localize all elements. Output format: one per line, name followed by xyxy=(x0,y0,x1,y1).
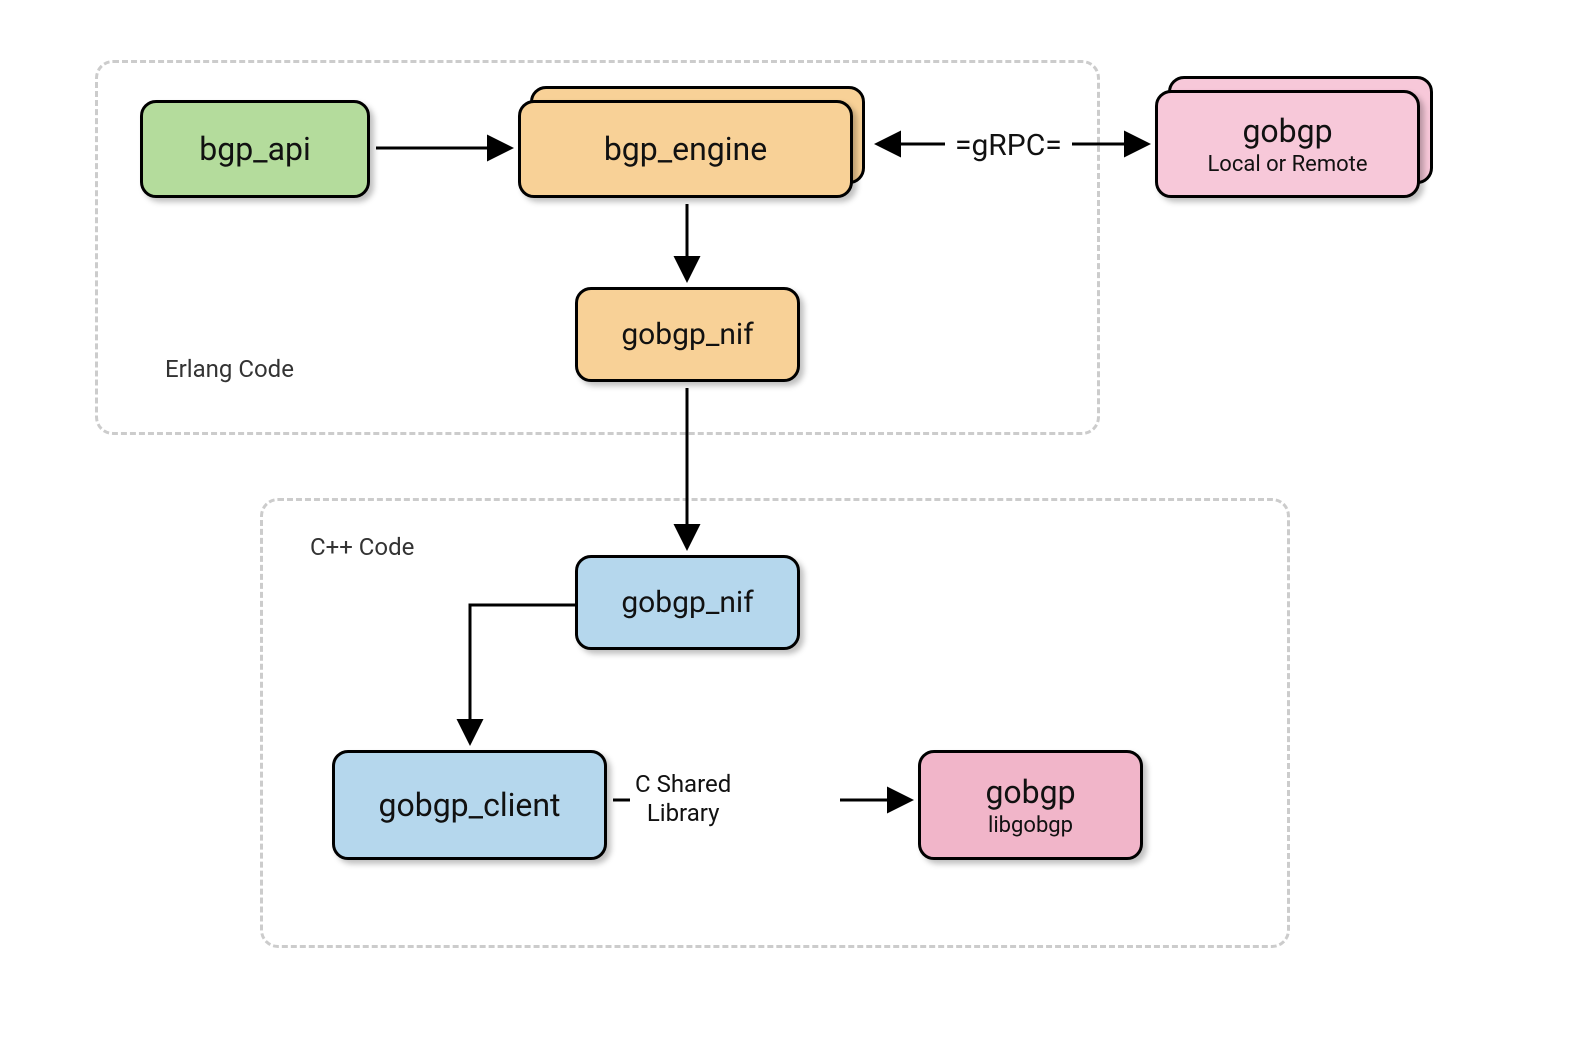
node-gobgp-nif-cpp: gobgp_nif xyxy=(575,555,800,650)
node-bgp-engine: bgp_engine xyxy=(518,100,853,198)
cpp-container-label: C++ Code xyxy=(310,533,414,561)
edge-label-cshared-line1: C Shared xyxy=(635,770,731,798)
erlang-container-label: Erlang Code xyxy=(165,355,294,383)
node-bgp-engine-label: bgp_engine xyxy=(604,130,767,168)
edge-label-grpc: =gRPC= xyxy=(955,128,1062,164)
node-gobgp-remote-sublabel: Local or Remote xyxy=(1207,152,1367,177)
node-gobgp-nif-erl: gobgp_nif xyxy=(575,287,800,382)
node-bgp-api: bgp_api xyxy=(140,100,370,198)
node-gobgp-client: gobgp_client xyxy=(332,750,607,860)
node-gobgp-nif-erl-label: gobgp_nif xyxy=(621,317,753,352)
architecture-diagram: Erlang Code C++ Code bgp_api bgp_engine … xyxy=(0,0,1575,1050)
node-gobgp-lib-sublabel: libgobgp xyxy=(988,813,1073,838)
node-gobgp-remote: gobgp Local or Remote xyxy=(1155,90,1420,198)
node-gobgp-lib-label: gobgp xyxy=(985,773,1075,811)
node-gobgp-remote-label: gobgp xyxy=(1242,112,1332,150)
node-gobgp-client-label: gobgp_client xyxy=(379,786,561,824)
node-bgp-api-label: bgp_api xyxy=(199,130,311,168)
edge-label-cshared: C Shared Library xyxy=(635,770,731,828)
node-gobgp-lib: gobgp libgobgp xyxy=(918,750,1143,860)
edge-label-cshared-line2: Library xyxy=(647,799,720,827)
node-gobgp-nif-cpp-label: gobgp_nif xyxy=(621,585,753,620)
